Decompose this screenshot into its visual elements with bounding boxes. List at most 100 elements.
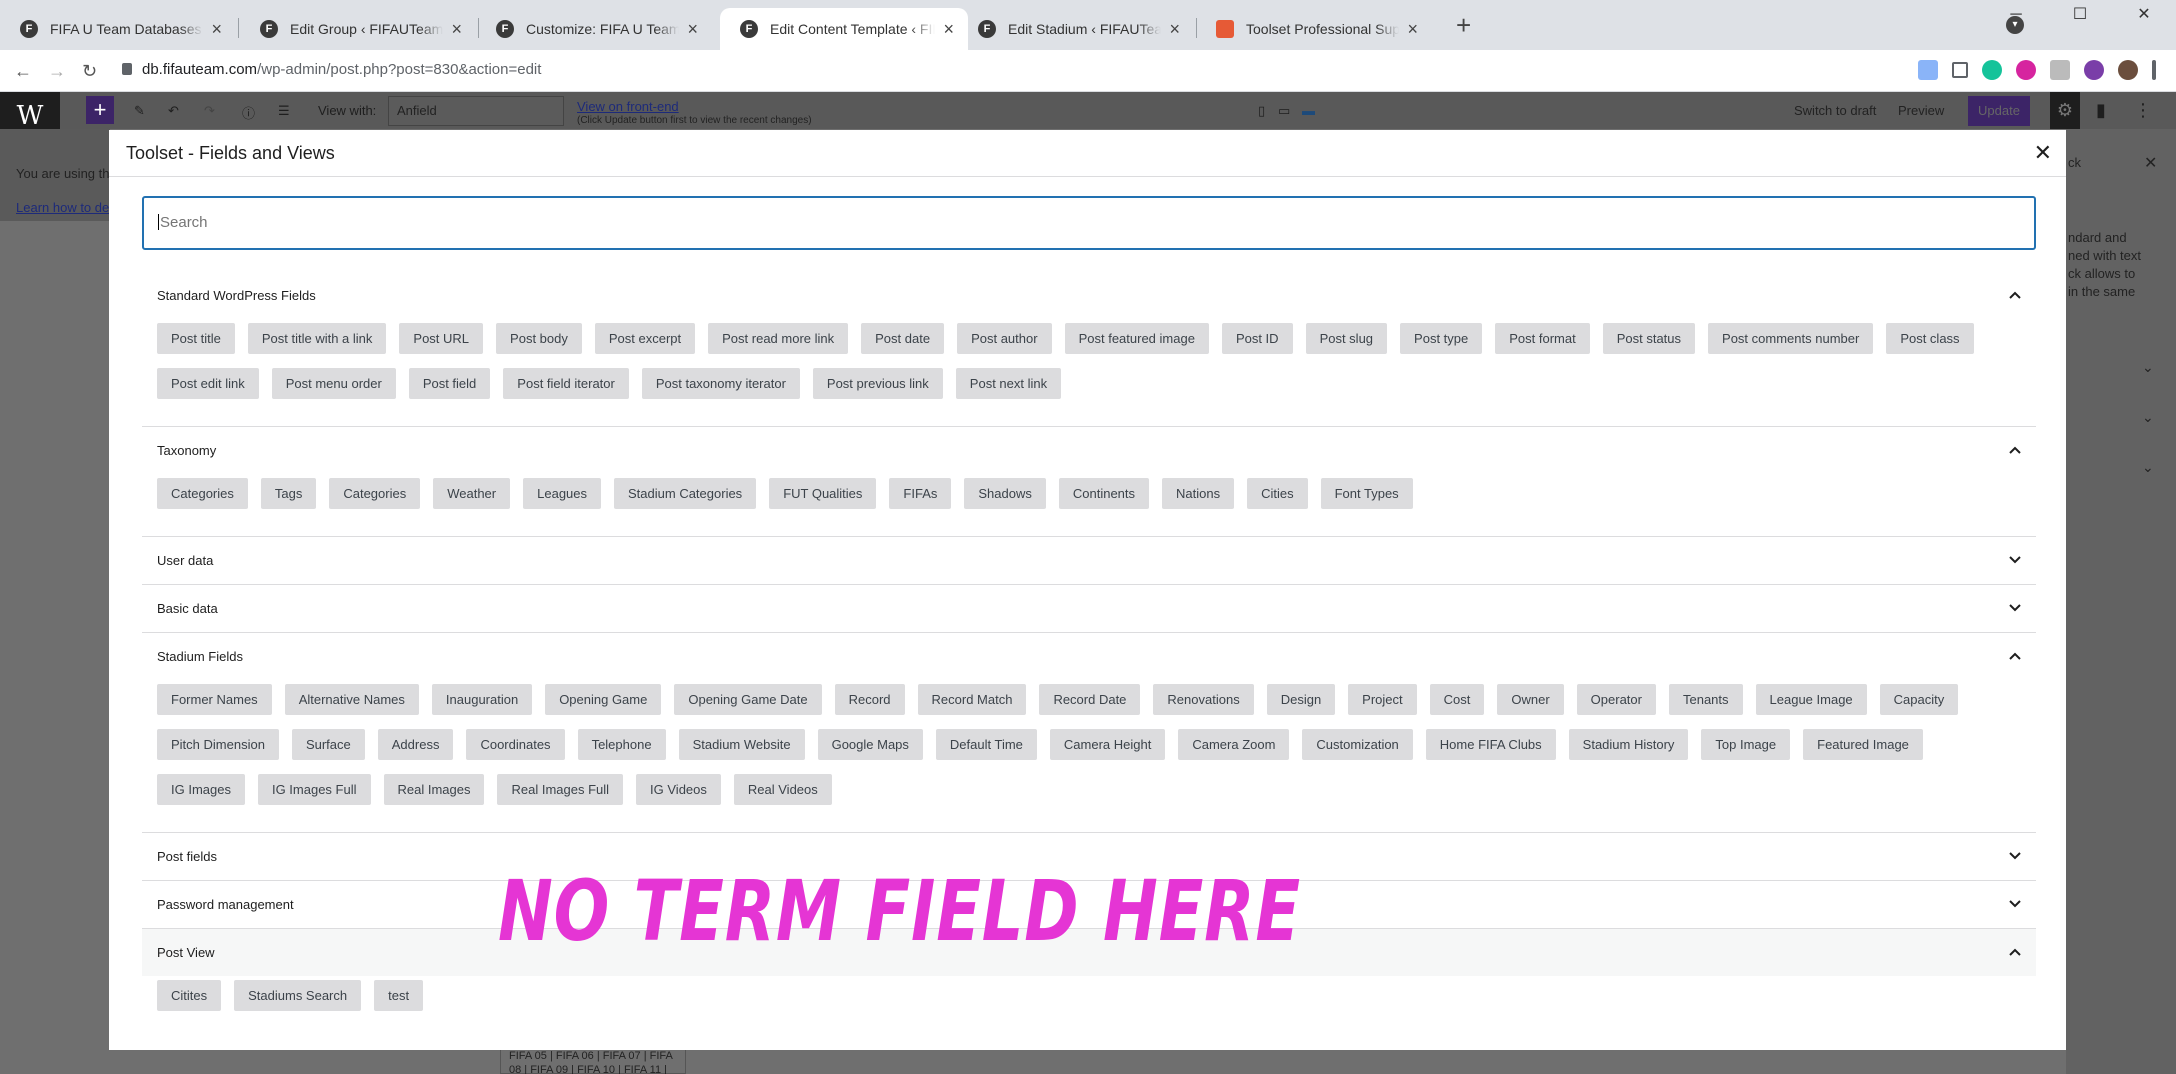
field-button[interactable]: Google Maps xyxy=(817,729,923,760)
chevron-down-icon[interactable]: ⌄ xyxy=(2142,459,2154,476)
field-button[interactable]: Stadium Website xyxy=(678,729,805,760)
update-button[interactable]: Update xyxy=(1968,96,2030,126)
chevron-up-icon[interactable] xyxy=(2008,290,2022,300)
field-button[interactable]: IG Videos xyxy=(636,774,721,805)
extension-purple-icon[interactable] xyxy=(2084,60,2104,80)
field-button[interactable]: Post class xyxy=(1886,323,1974,354)
chevron-down-icon[interactable]: ⌄ xyxy=(2142,409,2154,426)
field-button[interactable]: Post author xyxy=(957,323,1052,354)
field-button[interactable]: Post slug xyxy=(1305,323,1388,354)
field-button[interactable]: Tags xyxy=(260,478,317,509)
field-button[interactable]: Real Images xyxy=(383,774,485,805)
section-header[interactable]: User data xyxy=(142,537,2036,584)
field-button[interactable]: Record Match xyxy=(917,684,1027,715)
field-button[interactable]: Post edit link xyxy=(157,368,259,399)
redo-icon[interactable]: ↷ xyxy=(204,103,215,119)
more-options-icon[interactable]: ⋮ xyxy=(2134,100,2152,121)
chevron-up-icon[interactable] xyxy=(2008,445,2022,455)
field-button[interactable]: Surface xyxy=(291,729,365,760)
field-button[interactable]: Continents xyxy=(1058,478,1150,509)
field-button[interactable]: Telephone xyxy=(577,729,666,760)
field-button[interactable]: Post type xyxy=(1400,323,1483,354)
section-header[interactable]: Taxonomy xyxy=(142,427,2036,474)
tools-pencil-icon[interactable]: ✎ xyxy=(134,103,145,119)
field-button[interactable]: Post title xyxy=(157,323,235,354)
field-button[interactable]: Post title with a link xyxy=(247,323,387,354)
field-button[interactable]: Stadium History xyxy=(1568,729,1689,760)
field-button[interactable]: Real Images Full xyxy=(497,774,624,805)
field-button[interactable]: Post URL xyxy=(399,323,484,354)
field-button[interactable]: Nations xyxy=(1162,478,1235,509)
field-button[interactable]: Stadium Categories xyxy=(614,478,757,509)
tablet-preview-icon[interactable]: ▭ xyxy=(1278,103,1290,119)
field-button[interactable]: Post taxonomy iterator xyxy=(641,368,800,399)
field-button[interactable]: Post ID xyxy=(1221,323,1293,354)
field-button[interactable]: Citites xyxy=(157,980,222,1011)
minimize-icon[interactable]: ─ xyxy=(1984,0,2048,30)
field-button[interactable]: Tenants xyxy=(1668,684,1743,715)
grammarly-icon[interactable] xyxy=(1982,60,2002,80)
instagram-extension-icon[interactable] xyxy=(2016,60,2036,80)
section-header[interactable]: Standard WordPress Fields xyxy=(142,272,2036,319)
field-button[interactable]: Post date xyxy=(861,323,945,354)
undo-icon[interactable]: ↶ xyxy=(168,103,179,119)
field-button[interactable]: Pitch Dimension xyxy=(157,729,279,760)
settings-gear-icon[interactable]: ⚙ xyxy=(2050,92,2080,129)
field-button[interactable]: Camera Height xyxy=(1049,729,1166,760)
browser-tab[interactable]: F FIFA U Team Databases - Everything × xyxy=(0,8,236,50)
close-icon[interactable]: ✕ xyxy=(2034,140,2052,166)
field-button[interactable]: Record xyxy=(834,684,905,715)
field-button[interactable]: Post excerpt xyxy=(594,323,696,354)
chevron-down-icon[interactable] xyxy=(2008,603,2022,613)
browser-menu-icon[interactable] xyxy=(2152,60,2156,80)
browser-tab[interactable]: F Edit Stadium ‹ FIFAUTeam Databases × xyxy=(958,8,1194,50)
tab-close-icon[interactable]: × xyxy=(211,19,222,40)
field-button[interactable]: Home FIFA Clubs xyxy=(1425,729,1556,760)
field-button[interactable]: Record Date xyxy=(1039,684,1141,715)
chevron-down-icon[interactable] xyxy=(2008,851,2022,861)
browser-tab[interactable]: F Edit Content Template ‹ FIFAUTeam × xyxy=(720,8,968,50)
field-button[interactable]: Post body xyxy=(496,323,582,354)
forward-icon[interactable]: → xyxy=(48,61,66,82)
browser-tab[interactable]: F Customize: FIFA U Team Databases × xyxy=(476,8,712,50)
field-button[interactable]: Operator xyxy=(1576,684,1656,715)
field-button[interactable]: Post next link xyxy=(955,368,1062,399)
field-button[interactable]: Design xyxy=(1266,684,1336,715)
details-info-icon[interactable]: ⓘ xyxy=(242,103,255,122)
toolset-sidebar-icon[interactable]: ▮ xyxy=(2096,100,2106,121)
field-button[interactable]: Categories xyxy=(329,478,421,509)
sidebar-tab-label[interactable]: ck xyxy=(2068,155,2081,170)
field-button[interactable]: Project xyxy=(1348,684,1417,715)
field-button[interactable]: Opening Game Date xyxy=(674,684,822,715)
field-button[interactable]: Leagues xyxy=(523,478,602,509)
browser-tab[interactable]: Toolset Professional Support - Toolset × xyxy=(1196,8,1432,50)
field-button[interactable]: Post featured image xyxy=(1064,323,1209,354)
field-button[interactable]: test xyxy=(374,980,424,1011)
browser-tab[interactable]: F Edit Group ‹ FIFAUTeam Databases × xyxy=(240,8,476,50)
field-button[interactable]: Opening Game xyxy=(545,684,662,715)
field-button[interactable]: Default Time xyxy=(935,729,1037,760)
add-block-button[interactable]: + xyxy=(86,96,114,124)
reload-icon[interactable]: ↻ xyxy=(82,61,97,82)
field-button[interactable]: Cities xyxy=(1247,478,1308,509)
section-header[interactable]: Basic data xyxy=(142,585,2036,632)
field-button[interactable]: Post read more link xyxy=(708,323,849,354)
field-button[interactable]: Post comments number xyxy=(1708,323,1874,354)
field-button[interactable]: Post menu order xyxy=(271,368,396,399)
mobile-preview-icon[interactable]: ▯ xyxy=(1258,103,1265,119)
url-field[interactable]: db.fifauteam.com/wp-admin/post.php?post=… xyxy=(122,61,541,78)
tab-close-icon[interactable]: × xyxy=(451,19,462,40)
chevron-up-icon[interactable] xyxy=(2008,651,2022,661)
field-button[interactable]: Featured Image xyxy=(1803,729,1923,760)
list-view-icon[interactable]: ☰ xyxy=(278,103,290,119)
field-button[interactable]: Cost xyxy=(1429,684,1485,715)
section-header[interactable]: Stadium Fields xyxy=(142,633,2036,680)
field-button[interactable]: Post format xyxy=(1495,323,1590,354)
field-button[interactable]: Renovations xyxy=(1153,684,1254,715)
field-button[interactable]: Coordinates xyxy=(466,729,565,760)
field-button[interactable]: IG Images Full xyxy=(257,774,371,805)
field-button[interactable]: Capacity xyxy=(1879,684,1959,715)
field-button[interactable]: Top Image xyxy=(1701,729,1791,760)
notice-link[interactable]: Learn how to de xyxy=(16,200,109,215)
field-button[interactable]: League Image xyxy=(1755,684,1867,715)
